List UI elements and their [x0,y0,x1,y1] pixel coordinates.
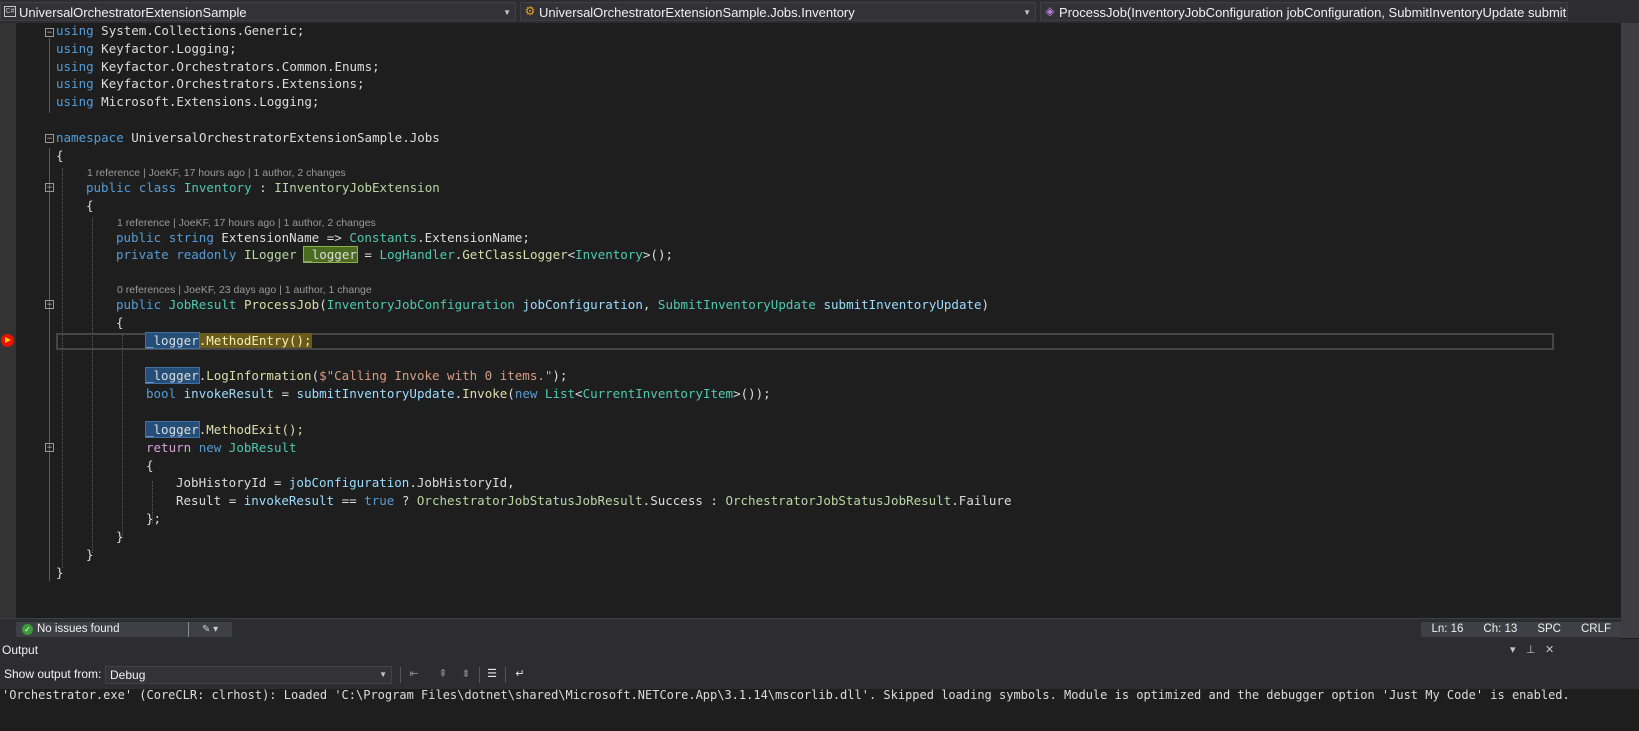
collapse-toggle[interactable]: − [45,28,54,37]
type-dropdown-label: UniversalOrchestratorExtensionSample.Job… [539,5,855,20]
code-line: }; [146,511,162,526]
code-cleanup-brush-icon[interactable]: ✎ ▾ [202,622,218,637]
class-icon: ⚙ [524,4,536,18]
collapse-toggle[interactable]: − [45,183,54,192]
output-source-value: Debug [110,668,146,682]
code-line: using Keyfactor.Orchestrators.Extensions… [56,76,365,91]
code-line: } [116,529,124,544]
code-line: public JobResult ProcessJob(InventoryJob… [116,297,990,312]
chevron-down-icon: ▼ [503,8,511,17]
code-line: public class Inventory : IInventoryJobEx… [86,180,440,195]
outline-bar [49,148,50,581]
code-line: private readonly ILogger _logger = LogHa… [116,246,673,263]
code-line: { [146,458,154,473]
code-line: namespace UniversalOrchestratorExtension… [56,130,440,145]
indent-guide [62,168,63,568]
word-wrap-icon[interactable]: ↵ [513,667,527,681]
line-number[interactable]: Ln: 16 [1431,623,1463,635]
type-dropdown[interactable]: ⚙ UniversalOrchestratorExtensionSample.J… [520,2,1036,21]
indent-guide [122,333,123,538]
output-panel-title: Output [2,643,39,657]
next-message-icon[interactable]: ⇟ [459,667,473,681]
output-line: 'Orchestrator.exe' (CoreCLR: clrhost): L… [2,689,1570,702]
code-line: using Keyfactor.Orchestrators.Common.Enu… [56,59,380,74]
method-icon: ◈ [1045,4,1055,18]
check-circle-icon: ✓ [22,624,33,635]
member-dropdown-label: ProcessJob(InventoryJobConfiguration job… [1059,5,1568,20]
caret-position: Ln: 16 Ch: 13 SPC CRLF [1421,622,1621,637]
previous-message-icon[interactable]: ⇞ [436,667,450,681]
separator [505,667,506,683]
separator [400,667,401,683]
code-line: _logger.MethodExit(); [145,421,305,438]
editor-status-bar: ✓ No issues found ✎ ▾ Ln: 16 Ch: 13 SPC CRLF [0,618,1621,640]
line-endings[interactable]: CRLF [1581,623,1611,635]
collapse-toggle[interactable]: − [45,443,54,452]
issues-label: No issues found [37,623,120,635]
clear-all-icon[interactable]: ☰ [485,667,499,681]
output-panel-header: Output ▾ ⊥ ✕ [0,639,1639,661]
code-line: } [56,565,64,580]
code-line: { [56,148,64,163]
separator [479,667,480,683]
code-line: Result = invokeResult == true ? Orchestr… [176,493,1012,508]
code-line: _logger.LogInformation($"Calling Invoke … [145,367,568,384]
breakpoint-current-statement-icon[interactable] [1,334,14,347]
code-line: public string ExtensionName => Constants… [116,230,530,245]
code-line: using Keyfactor.Logging; [56,41,237,56]
close-icon[interactable]: ✕ [1545,639,1554,661]
show-output-from-label: Show output from: [4,667,102,681]
output-source-dropdown[interactable]: Debug ▼ [105,666,392,684]
code-line: } [86,547,94,562]
output-text-area[interactable]: 'Orchestrator.exe' (CoreCLR: clrhost): L… [0,689,1639,731]
code-line: bool invokeResult = submitInventoryUpdat… [146,386,771,401]
member-dropdown[interactable]: ◈ ProcessJob(InventoryJobConfiguration j… [1040,2,1568,21]
csharp-project-icon: C# [4,6,16,17]
chevron-down-icon: ▼ [1023,8,1031,17]
code-line: return new JobResult [146,440,297,455]
code-line: using Microsoft.Extensions.Logging; [56,94,320,109]
vertical-scrollbar[interactable] [1621,23,1639,638]
output-toolbar: Show output from: Debug ▼ ⇤ ⇞ ⇟ ☰ ↵ [0,661,1639,689]
codelens-class[interactable]: 1 reference | JoeKF, 17 hours ago | 1 au… [87,166,346,180]
navigation-bar: C# UniversalOrchestratorExtensionSample … [0,0,1639,24]
whitespace-mode[interactable]: SPC [1537,623,1561,635]
column-number[interactable]: Ch: 13 [1483,623,1517,635]
code-line: JobHistoryId = jobConfiguration.JobHisto… [176,475,515,490]
collapse-toggle[interactable]: − [45,300,54,309]
collapse-toggle[interactable]: − [45,134,54,143]
pin-icon[interactable]: ⊥ [1526,639,1536,661]
project-dropdown-label: UniversalOrchestratorExtensionSample [19,5,247,20]
separator [188,622,189,637]
issues-indicator[interactable]: ✓ No issues found ✎ ▾ [16,622,232,637]
indicator-margin [0,23,16,618]
code-line: { [86,198,94,213]
code-line: { [116,315,124,330]
project-dropdown[interactable]: C# UniversalOrchestratorExtensionSample … [0,2,516,21]
code-line: using System.Collections.Generic; [56,23,305,38]
find-message-in-code-icon[interactable]: ⇤ [407,667,421,681]
codelens-process-job[interactable]: 0 references | JoeKF, 23 days ago | 1 au… [117,283,372,297]
codelens-extension-name[interactable]: 1 reference | JoeKF, 17 hours ago | 1 au… [117,216,376,230]
code-editor[interactable]: − − − − − using System.Collections.Gener… [0,23,1621,618]
indent-guide [92,218,93,553]
code-line-current: _logger.MethodEntry(); [145,332,312,349]
window-position-dropdown-icon[interactable]: ▾ [1510,639,1516,661]
chevron-down-icon: ▼ [379,670,387,679]
outline-bar [49,38,50,113]
